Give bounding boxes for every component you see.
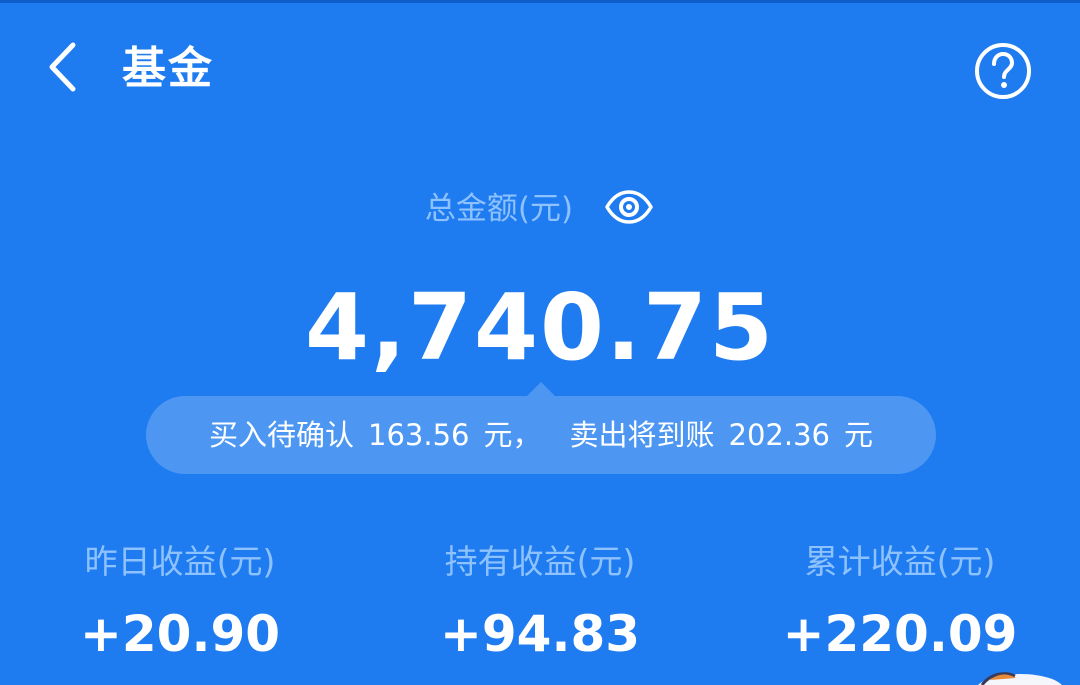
total-amount-header: 总金额(元) (0, 184, 1080, 234)
sell-pending-unit: 元 (844, 418, 874, 452)
banner-pointer (526, 382, 556, 397)
stat-label: 昨日收益(元) (84, 542, 276, 581)
chevron-left-icon (47, 42, 77, 96)
buy-pending-unit: 元， (483, 418, 542, 452)
stat-cumulative-earnings[interactable]: 累计收益(元) +220.09 (740, 536, 1060, 670)
buy-pending-amount: 163.56 (368, 418, 470, 452)
stat-value: +220.09 (782, 605, 1018, 663)
status-bar-edge (0, 0, 1080, 3)
help-button[interactable] (972, 42, 1034, 104)
stat-label: 持有收益(元) (444, 542, 636, 581)
total-amount-value: 4,740.75 (305, 274, 775, 381)
eye-icon (604, 189, 654, 229)
stat-value: +20.90 (79, 605, 281, 663)
sell-pending-amount: 202.36 (728, 418, 830, 452)
stat-value: +94.83 (439, 605, 641, 663)
question-circle-icon (974, 42, 1032, 104)
buy-pending-label: 买入待确认 (208, 418, 354, 452)
total-amount-label: 总金额(元) (424, 191, 574, 227)
sell-pending-label: 卖出将到账 (569, 418, 715, 452)
back-button[interactable] (38, 42, 86, 96)
stat-yesterday-earnings[interactable]: 昨日收益(元) +20.90 (20, 536, 340, 670)
mascot-illustration-edge (960, 668, 1080, 685)
visibility-toggle-button[interactable] (603, 189, 655, 229)
pending-transactions-pill: 买入待确认 163.56 元， 卖出将到账 202.36 元 (146, 396, 936, 474)
stat-holding-earnings[interactable]: 持有收益(元) +94.83 (380, 536, 700, 670)
page-title: 基金 (122, 43, 214, 94)
pending-transactions-banner[interactable]: 买入待确认 163.56 元， 卖出将到账 202.36 元 (146, 382, 936, 474)
stat-label: 累计收益(元) (804, 542, 996, 581)
